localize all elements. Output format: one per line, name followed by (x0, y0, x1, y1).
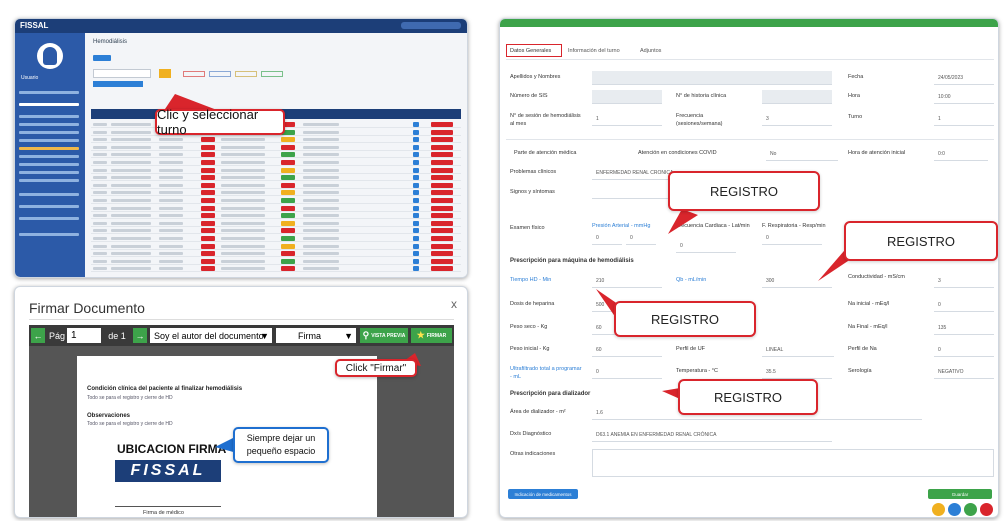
registro-callout: REGISTRO (668, 171, 820, 211)
callout-arrow-icon (215, 353, 421, 453)
hemodialysis-form: Datos Generales Información del turno Ad… (499, 18, 999, 518)
callout-arrow-icon (165, 94, 230, 115)
sign-document-dialog: Firmar Documento x ← Pág 1 de 1 → Soy el… (14, 286, 468, 518)
callout-arrow-icon (596, 209, 854, 399)
registro-callout: REGISTRO (614, 301, 756, 337)
registro-callout: REGISTRO (844, 221, 998, 261)
callout-turno: Clic y seleccionar turno (155, 107, 285, 137)
registro-callout: REGISTRO (678, 379, 818, 415)
turn-list-panel: FISSAL Usuario Hemodiálisis Clic y selec… (14, 18, 468, 278)
callout-espacio: Siempre dejar un pequeño espacio (233, 427, 329, 463)
callout-firmar: Click "Firmar" (335, 359, 417, 377)
